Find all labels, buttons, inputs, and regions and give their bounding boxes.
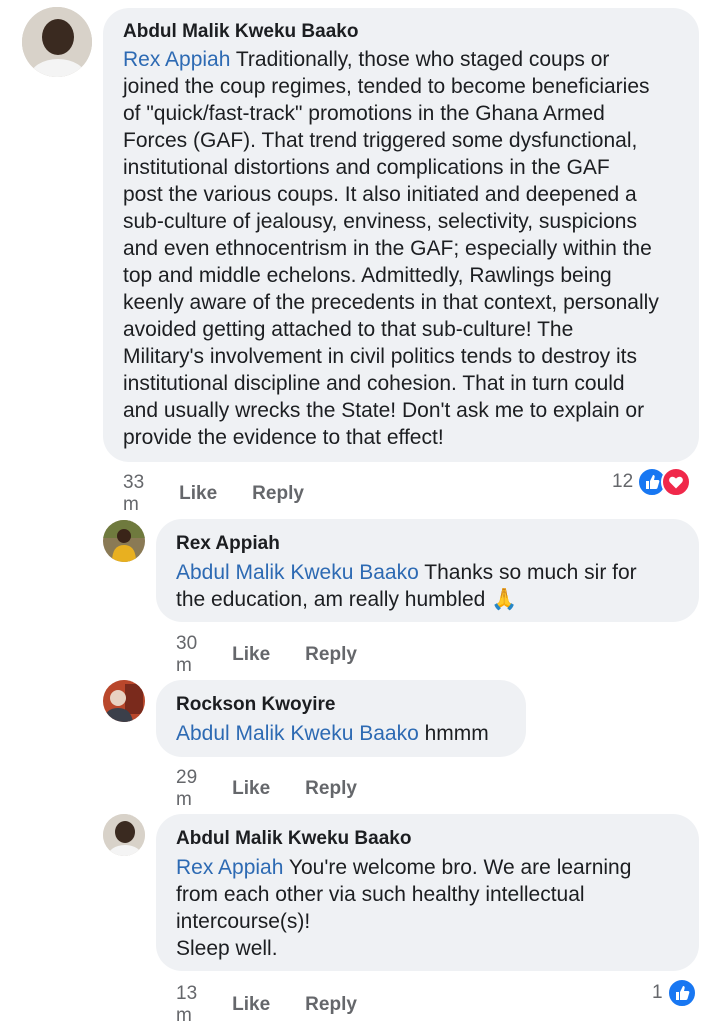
reaction-summary[interactable]: 12 <box>612 467 692 497</box>
like-button[interactable]: Like <box>232 778 270 800</box>
comment-author[interactable]: Rex Appiah <box>176 533 681 555</box>
comment-author[interactable]: Abdul Malik Kweku Baako <box>176 828 681 850</box>
avatar[interactable] <box>22 7 92 77</box>
comment-body: Traditionally, those who staged coups or… <box>123 48 659 449</box>
timestamp[interactable]: 30 m <box>176 633 197 677</box>
comment-bubble: Abdul Malik Kweku Baako Rex Appiah You'r… <box>156 814 699 971</box>
avatar-image <box>22 7 92 77</box>
comment-author[interactable]: Rockson Kwoyire <box>176 694 508 716</box>
reaction-summary[interactable]: 1 <box>652 978 697 1008</box>
mention-link[interactable]: Rex Appiah <box>176 856 283 879</box>
comment-actions: 30 m Like Reply <box>176 633 357 677</box>
reaction-count: 12 <box>612 471 634 492</box>
mention-link[interactable]: Abdul Malik Kweku Baako <box>176 722 419 745</box>
heart-icon <box>661 467 692 497</box>
avatar-image <box>103 814 145 856</box>
reply-button[interactable]: Reply <box>305 644 357 666</box>
comment-text: Rex Appiah Traditionally, those who stag… <box>123 46 681 451</box>
timestamp[interactable]: 29 m <box>176 767 197 811</box>
timestamp[interactable]: 13 m <box>176 983 197 1027</box>
avatar[interactable] <box>103 520 145 562</box>
reaction-count: 1 <box>652 982 663 1003</box>
comment-body: hmmm <box>418 722 489 745</box>
avatar-image <box>103 680 145 722</box>
comment-text: Rex Appiah You're welcome bro. We are le… <box>176 854 681 962</box>
comment-actions: 29 m Like Reply <box>176 767 357 811</box>
comment-actions: 13 m Like Reply <box>176 983 357 1027</box>
reply-button[interactable]: Reply <box>252 483 304 505</box>
comment-actions: 33 m Like Reply <box>123 472 304 516</box>
timestamp[interactable]: 33 m <box>123 472 144 516</box>
like-button[interactable]: Like <box>232 644 270 666</box>
avatar-image <box>103 520 145 562</box>
like-icon <box>666 978 697 1008</box>
mention-link[interactable]: Rex Appiah <box>123 48 230 71</box>
avatar[interactable] <box>103 680 145 722</box>
comment-bubble: Rockson Kwoyire Abdul Malik Kweku Baako … <box>156 680 526 757</box>
comment-text: Abdul Malik Kweku Baako Thanks so much s… <box>176 559 681 613</box>
comment-text: Abdul Malik Kweku Baako hmmm <box>176 720 508 747</box>
avatar[interactable] <box>103 814 145 856</box>
comment-bubble: Rex Appiah Abdul Malik Kweku Baako Thank… <box>156 519 699 622</box>
reply-button[interactable]: Reply <box>305 994 357 1016</box>
pray-emoji: 🙏 <box>491 588 518 611</box>
reply-button[interactable]: Reply <box>305 778 357 800</box>
like-button[interactable]: Like <box>232 994 270 1016</box>
comment-bubble: Abdul Malik Kweku Baako Rex Appiah Tradi… <box>103 8 699 462</box>
like-button[interactable]: Like <box>179 483 217 505</box>
comment-author[interactable]: Abdul Malik Kweku Baako <box>123 21 681 43</box>
mention-link[interactable]: Abdul Malik Kweku Baako <box>176 561 419 584</box>
